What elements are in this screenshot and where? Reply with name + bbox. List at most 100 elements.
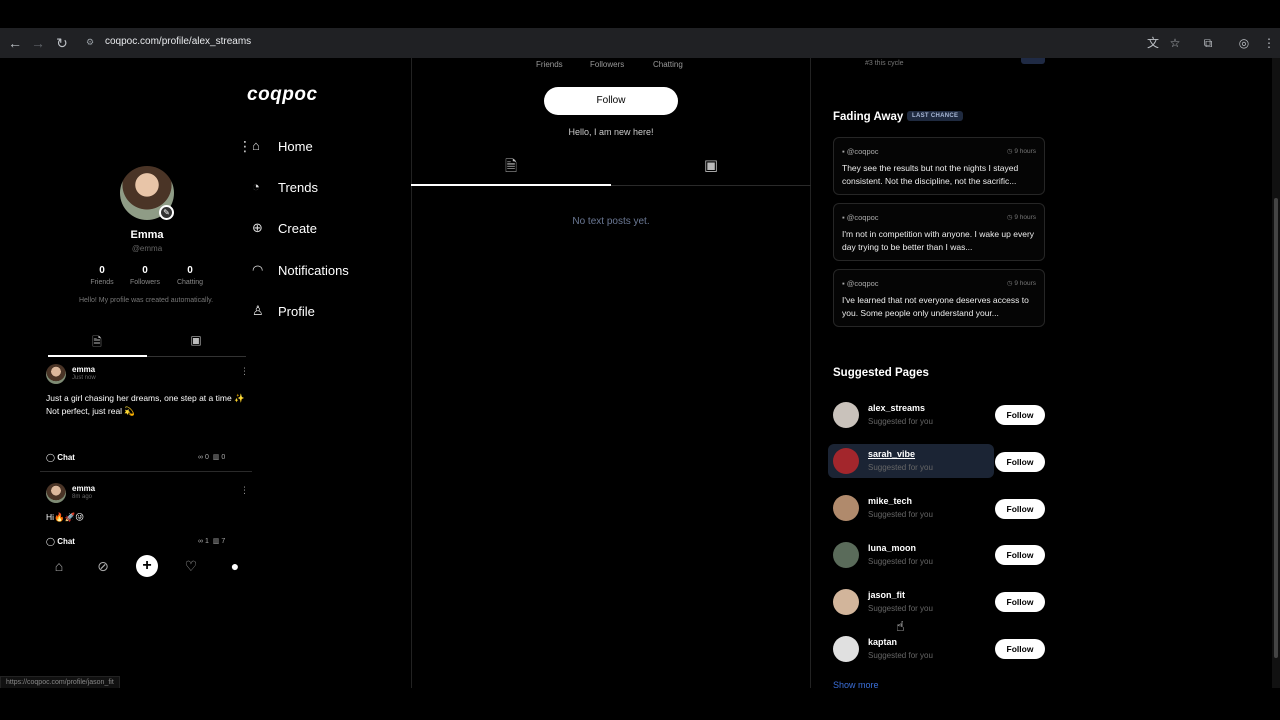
reload-icon[interactable]: ↻ [53, 34, 71, 52]
compass-icon[interactable]: ⊘ [92, 555, 114, 577]
follow-button[interactable]: Follow [995, 545, 1045, 565]
follow-button[interactable]: Follow [995, 592, 1045, 612]
chat-bubble-icon: ◯ [46, 453, 55, 462]
card-text: They see the results but not the nights … [842, 163, 1019, 186]
fading-card[interactable]: ▪ @coqpoc ◷ 9 hours I've learned that no… [833, 269, 1045, 327]
suggested-subtext: Suggested for you [868, 651, 933, 660]
forward-arrow-icon[interactable]: → [29, 34, 47, 52]
empty-state-text: No text posts yet. [572, 216, 650, 227]
suggested-name[interactable]: alex_streams [868, 403, 925, 413]
stat-value: 0 [142, 265, 148, 276]
post-card[interactable]: emma Just now ⋮ Just a girl chasing her … [46, 364, 250, 472]
center-stat-chatting[interactable]: Chatting [653, 60, 683, 69]
stat-friends[interactable]: 0 Friends [82, 265, 122, 286]
address-url[interactable]: coqpoc.com/profile/alex_streams [105, 36, 251, 47]
browser-chrome: ← → ↻ ⚙ coqpoc.com/profile/alex_streams … [0, 0, 1280, 58]
nav-label: Notifications [278, 263, 349, 278]
view-count: 7 [221, 538, 226, 545]
create-plus-icon[interactable]: + [136, 555, 158, 577]
tab-image-posts[interactable]: ▣ [611, 156, 811, 184]
suggested-name[interactable]: sarah_vibe [868, 449, 915, 459]
account-icon[interactable]: ◎ [1235, 34, 1253, 52]
card-text: I'm not in competition with anyone. I wa… [842, 229, 1035, 252]
chat-button[interactable]: ◯ Chat [46, 537, 75, 546]
post-menu-icon[interactable]: ⋮ [240, 485, 249, 496]
stat-chatting[interactable]: 0 Chatting [170, 265, 210, 286]
suggested-avatar[interactable] [833, 448, 859, 474]
stat-followers[interactable]: 0 Followers [125, 265, 165, 286]
tab-text-posts[interactable]: 🗎 [48, 333, 146, 355]
fading-away-title: Fading Away [833, 111, 904, 123]
suggested-avatar[interactable] [833, 495, 859, 521]
loop-count: 0 [204, 454, 209, 461]
profile-handle: @emma [131, 244, 163, 253]
suggested-name[interactable]: mike_tech [868, 496, 912, 506]
app-logo[interactable]: coqpoc [247, 84, 318, 106]
home-icon: ⌂ [252, 138, 260, 153]
top-action-button[interactable] [1021, 58, 1045, 64]
more-menu-icon[interactable]: ⋮ [238, 138, 252, 155]
post-avatar[interactable] [46, 483, 66, 503]
suggested-subtext: Suggested for you [868, 604, 933, 613]
follow-button[interactable]: Follow [995, 639, 1045, 659]
stat-label: Followers [130, 279, 160, 286]
clock-icon: ◷ [1006, 148, 1013, 155]
post-time: 8m ago [72, 494, 93, 500]
suggested-avatar[interactable] [833, 402, 859, 428]
profile-name: Emma [130, 229, 164, 241]
suggested-page-item[interactable]: sarah_vibe Suggested for you [828, 444, 994, 478]
site-info-icon[interactable]: ⚙ [86, 37, 96, 47]
follow-button[interactable]: Follow [544, 87, 678, 115]
suggested-name[interactable]: kaptan [868, 637, 897, 647]
post-separator [40, 471, 252, 472]
card-time: ◷ 9 hours [1007, 213, 1036, 221]
post-author[interactable]: emma [72, 365, 95, 374]
create-icon: ⊕ [252, 220, 263, 235]
tab-image-posts[interactable]: ▣ [147, 333, 245, 355]
chat-button[interactable]: ◯ Chat [46, 453, 75, 462]
user-icon[interactable]: ● [224, 555, 246, 577]
fading-card[interactable]: ▪ @coqpoc ◷ 9 hours They see the results… [833, 137, 1045, 195]
follow-button[interactable]: Follow [995, 499, 1045, 519]
card-time-text: 9 hours [1014, 148, 1036, 155]
post-text: Just a girl chasing her dreams, one step… [46, 392, 246, 417]
post-avatar[interactable] [46, 364, 66, 384]
column-divider [411, 58, 412, 688]
edit-avatar-icon[interactable]: ✎ [159, 205, 174, 220]
view-count: 0 [221, 454, 226, 461]
fading-card[interactable]: ▪ @coqpoc ◷ 9 hours I'm not in competiti… [833, 203, 1045, 261]
follow-button[interactable]: Follow [995, 452, 1045, 472]
heart-icon[interactable]: ♡ [180, 555, 202, 577]
bookmark-star-icon[interactable]: ☆ [1166, 34, 1184, 52]
chat-label: Chat [57, 537, 75, 546]
card-author: ▪ @coqpoc [842, 279, 879, 288]
card-time-text: 9 hours [1014, 280, 1036, 287]
post-card[interactable]: emma 8m ago ⋮ Hi🔥🚀😜 ◯ Chat ∞ 1 ▥ 7 [46, 483, 250, 553]
mobile-bottom-nav: ⌂ ⊘ + ♡ ● [40, 555, 252, 579]
active-tab-indicator [411, 184, 611, 186]
image-icon: ▣ [190, 333, 202, 347]
translate-icon[interactable]: 文 [1144, 34, 1162, 52]
suggested-avatar[interactable] [833, 636, 859, 662]
post-menu-icon[interactable]: ⋮ [240, 366, 249, 377]
center-stat-friends[interactable]: Friends [536, 60, 563, 69]
suggested-name[interactable]: luna_moon [868, 543, 916, 553]
post-author[interactable]: emma [72, 484, 95, 493]
extensions-icon[interactable]: ⧉ [1199, 34, 1217, 52]
back-arrow-icon[interactable]: ← [6, 34, 24, 52]
center-bio: Hello, I am new here! [568, 127, 654, 137]
home-icon[interactable]: ⌂ [48, 555, 70, 577]
scrollbar-thumb[interactable] [1274, 198, 1278, 658]
suggested-subtext: Suggested for you [868, 463, 933, 472]
suggested-avatar[interactable] [833, 589, 859, 615]
suggested-name[interactable]: jason_fit [868, 590, 905, 600]
suggested-avatar[interactable] [833, 542, 859, 568]
bell-icon: ◠ [252, 262, 264, 277]
browser-menu-icon[interactable]: ⋮ [1260, 34, 1278, 52]
follow-button[interactable]: Follow [995, 405, 1045, 425]
center-stat-followers[interactable]: Followers [590, 60, 624, 69]
stat-label: Chatting [176, 279, 204, 286]
post-text-line: Just a girl chasing her dreams, one step… [46, 393, 245, 403]
tab-text-posts[interactable]: 🗎 [411, 156, 611, 184]
post-stats: ∞ 0 ▥ 0 [198, 453, 225, 461]
